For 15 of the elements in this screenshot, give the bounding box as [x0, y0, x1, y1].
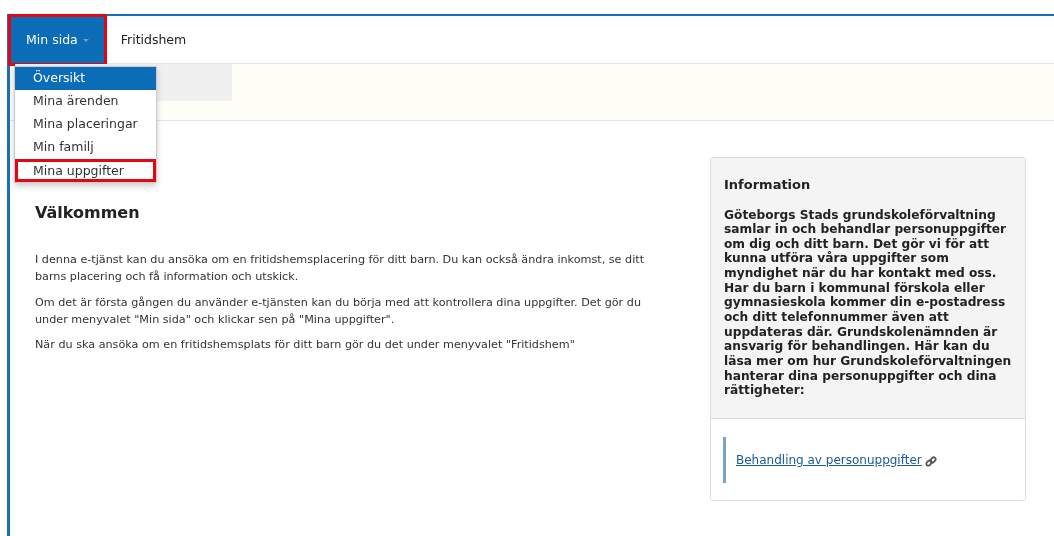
info-link[interactable]: Behandling av personuppgifter [736, 450, 922, 469]
info-text: Göteborgs Stads grundskoleförvaltning samlar in och behandlar personuppgifter om dig och ditt barn. Det gör vi för att kunna utföra våra uppgifter som myndighet när du har kontakt med oss. Har du barn i kommunal förskola eller gymnasieskola kommer din e-postadress och ditt telefonnummer även att uppdateras där. Grundskolenämnden är ansvarig för behandlingen. Här kan du läsa mer om hur Grundskoleförvaltningen hanterar dina personuppgifter och dina rättigheter: [724, 207, 1012, 398]
info-title: Information [724, 176, 812, 194]
menu-item[interactable]: Min familj [15, 136, 156, 159]
menu-item[interactable]: Översikt [15, 67, 156, 90]
paragraph: I denna e-tjänst kan du ansöka om en fritidshemsplacering för ditt barn. Du kan också ändra inkomst, se ditt barns placering och få information och utskick. [35, 252, 646, 286]
paragraph: Om det är första gången du använder e-tjänsten kan du börja med att kontrollera dina uppgifter. Det gör du under menyvalet "Min sida" och klickar sen på "Mina uppgifter". [35, 294, 642, 329]
menu-item[interactable]: Mina ärenden [15, 90, 156, 113]
link-icon [924, 455, 937, 468]
paragraph: När du ska ansöka om en fritidshemsplats för ditt barn gör du det under menyvalet "Fritidshem" [35, 337, 576, 354]
nav-tab[interactable]: Min sida [10, 16, 105, 64]
nav-tab[interactable]: Fritidshem [104, 16, 203, 64]
menu-item[interactable]: Mina uppgifter [15, 159, 156, 182]
welcome-heading: Välkommen [35, 202, 141, 224]
menu-item[interactable]: Mina placeringar [15, 113, 156, 136]
